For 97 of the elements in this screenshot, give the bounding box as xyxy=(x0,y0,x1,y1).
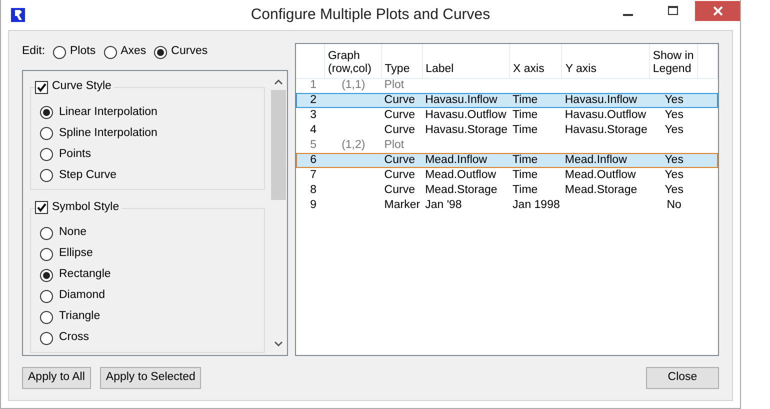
radio-button[interactable] xyxy=(40,332,53,344)
table-cell: Marker xyxy=(384,199,420,211)
radio-label: Axes xyxy=(120,44,146,60)
row-number: 1 xyxy=(310,79,316,92)
option-label: Linear Interpolation xyxy=(59,104,158,120)
scroll-up-icon[interactable] xyxy=(274,79,283,85)
option-label: Points xyxy=(59,146,91,162)
table-cell: Time xyxy=(512,154,538,166)
table-cell: Yes xyxy=(664,154,684,166)
table-row[interactable]: 6 Curve Mead.Inflow Time Mead.Inflow Yes xyxy=(296,153,718,168)
option-label: Triangle xyxy=(59,309,100,324)
table-cell: Havasu.Storage xyxy=(564,124,648,136)
radio-button[interactable] xyxy=(40,248,53,260)
apply-button[interactable]: Apply to All xyxy=(22,367,91,389)
radio-button[interactable] xyxy=(40,106,53,119)
table-cell: Yes xyxy=(664,94,684,106)
table-cell: Jan '98 xyxy=(425,199,462,211)
table-cell: Time xyxy=(512,184,538,196)
table-row[interactable]: 2 Curve Havasu.Inflow Time Havasu.Inflow Yes xyxy=(296,93,718,108)
group-title: Symbol Style xyxy=(52,200,120,216)
table-cell: Yes xyxy=(664,184,684,196)
radio-button[interactable] xyxy=(154,46,168,58)
radio-button[interactable] xyxy=(53,46,66,58)
table-cell: Curve xyxy=(384,109,415,121)
table-cell: Mead.Storage xyxy=(564,184,638,196)
row-number: 5 xyxy=(310,139,316,151)
table-cell: Time xyxy=(512,94,538,106)
table-cell: Curve xyxy=(384,124,415,136)
radio-button[interactable] xyxy=(40,290,53,302)
row-number: 6 xyxy=(310,154,316,166)
close-icon xyxy=(712,6,722,16)
option-label: Diamond xyxy=(59,288,106,304)
option-label: Rectangle xyxy=(59,267,111,282)
table-cell: (1,2) xyxy=(342,139,366,151)
column-header[interactable]: Show in Legend xyxy=(649,44,698,78)
table-cell: Mead.Outflow xyxy=(425,169,496,181)
radio-button[interactable] xyxy=(40,310,53,324)
table-cell: Havasu.Outflow xyxy=(425,109,506,121)
table-cell: Yes xyxy=(664,169,684,181)
radio-button[interactable] xyxy=(40,168,53,182)
table-cell: Mead.Outflow xyxy=(564,169,636,181)
table-cell: Yes xyxy=(664,109,684,121)
table-cell: Plot xyxy=(384,79,404,92)
app-logo-icon xyxy=(11,8,25,22)
table-cell: No xyxy=(666,199,682,211)
radio-button[interactable] xyxy=(40,268,53,282)
row-number: 4 xyxy=(310,124,316,136)
radio-button[interactable] xyxy=(104,46,117,58)
row-number: 7 xyxy=(310,169,316,181)
table-cell: Curve xyxy=(384,184,415,196)
minimize-icon xyxy=(622,14,632,16)
table-cell: (1,1) xyxy=(342,79,366,92)
row-number: 8 xyxy=(310,184,316,196)
table-cell: Curve xyxy=(384,154,415,166)
checkbox[interactable] xyxy=(35,80,48,94)
group-title: Curve Style xyxy=(52,79,112,94)
close-button[interactable] xyxy=(695,1,740,21)
column-header[interactable]: Label xyxy=(422,44,510,78)
maximize-icon xyxy=(668,6,678,16)
radio-button[interactable] xyxy=(40,126,53,140)
row-number: 2 xyxy=(310,94,316,106)
option-label: None xyxy=(59,225,86,240)
table-cell: Jan 1998 xyxy=(512,199,560,211)
window-title: Configure Multiple Plots and Curves xyxy=(250,6,490,24)
table-cell: Mead.Inflow xyxy=(425,154,488,166)
table-cell: Time xyxy=(512,124,538,136)
table-cell: Curve xyxy=(384,94,415,106)
table-cell: Yes xyxy=(664,124,684,136)
radio-button[interactable] xyxy=(40,226,53,240)
row-number: 9 xyxy=(310,199,316,211)
radio-button[interactable] xyxy=(40,148,53,161)
table-cell: Havasu.Inflow xyxy=(564,94,638,106)
table-cell: Mead.Storage xyxy=(425,184,498,196)
table-cell: Mead.Inflow xyxy=(564,154,627,166)
table-cell: Havasu.Inflow xyxy=(425,94,498,106)
option-label: Step Curve xyxy=(59,168,117,183)
row-number: 3 xyxy=(310,109,316,121)
table-cell: Havasu.Storage xyxy=(425,124,508,136)
option-label: Cross xyxy=(59,330,90,346)
radio-label: Curves xyxy=(171,44,208,60)
table-cell: Time xyxy=(512,169,538,181)
table-cell: Plot xyxy=(384,139,404,151)
apply-button[interactable]: Apply to Selected xyxy=(100,367,202,389)
radio-label: Plots xyxy=(70,44,96,60)
scroll-down-icon[interactable] xyxy=(274,341,283,347)
column-header[interactable]: X axis xyxy=(510,44,562,78)
close-dialog-button[interactable]: Close xyxy=(646,367,719,389)
table-cell: Curve xyxy=(384,169,415,181)
edit-label: Edit: xyxy=(22,44,46,60)
column-header[interactable]: Y axis xyxy=(562,44,650,78)
column-header[interactable]: Graph (row,col) xyxy=(324,44,382,78)
checkbox[interactable] xyxy=(35,201,48,214)
option-label: Ellipse xyxy=(59,246,93,262)
table-cell: Havasu.Outflow xyxy=(564,109,646,121)
option-label: Spline Interpolation xyxy=(59,126,158,141)
column-header[interactable]: Type xyxy=(381,44,422,78)
table-cell: Time xyxy=(512,109,538,121)
